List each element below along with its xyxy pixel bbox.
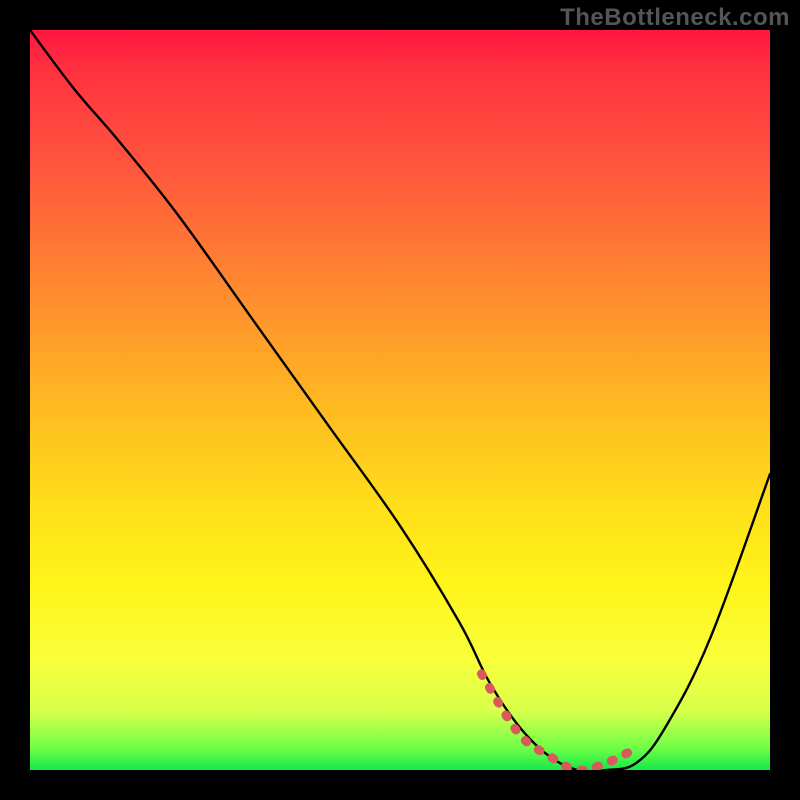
curve-overlay (30, 30, 770, 770)
main-curve (30, 30, 770, 770)
plot-area (30, 30, 770, 770)
watermark-text: TheBottleneck.com (560, 4, 790, 32)
chart-container: TheBottleneck.com (0, 0, 800, 800)
flat-highlight (481, 674, 636, 770)
